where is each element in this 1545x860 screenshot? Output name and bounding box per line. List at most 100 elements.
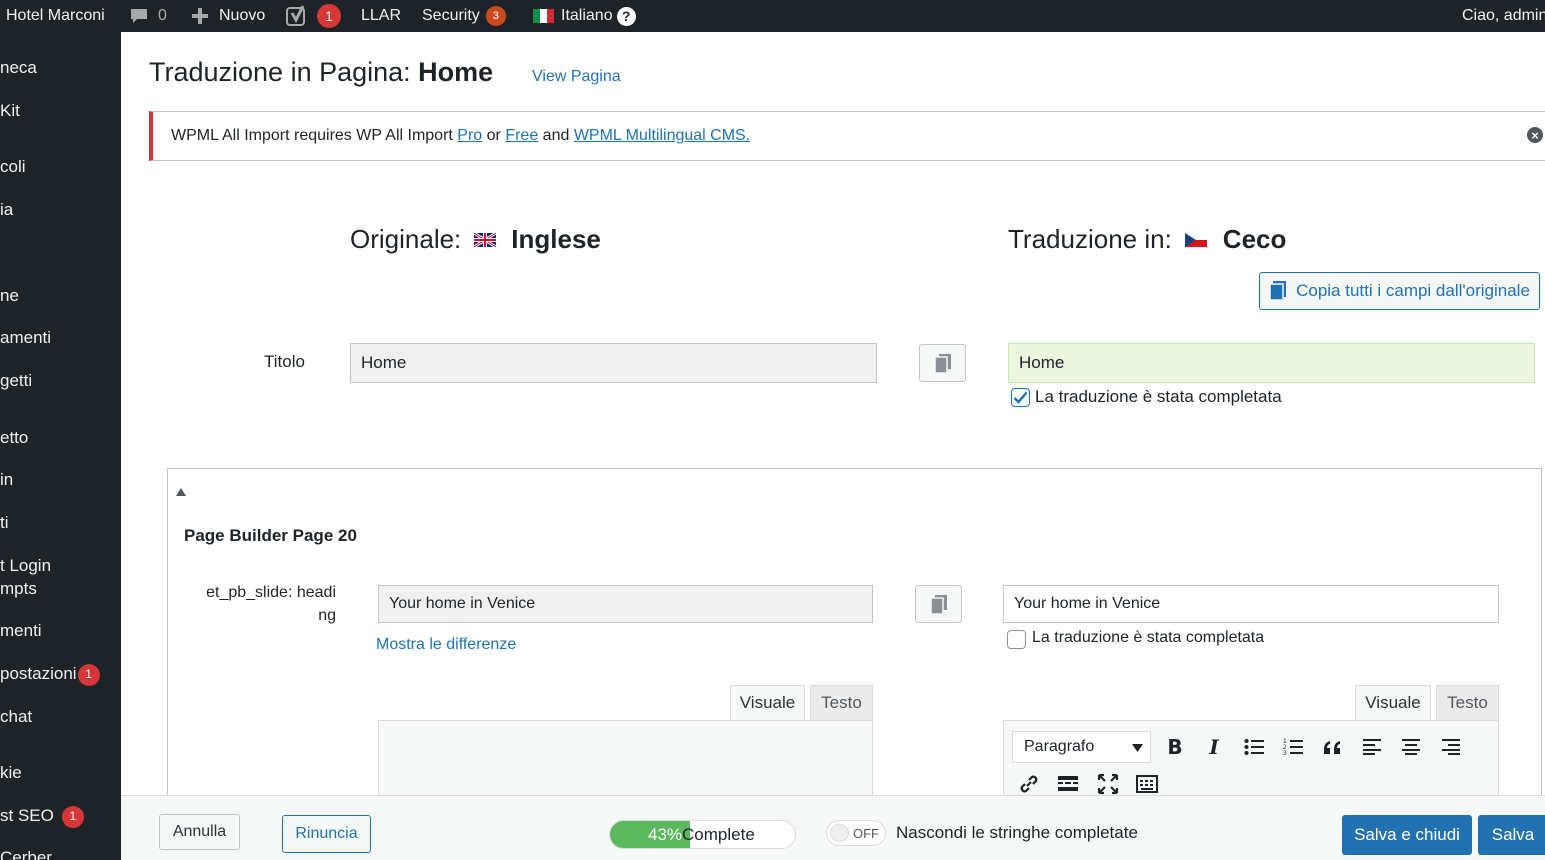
italic-icon[interactable]: I xyxy=(1201,734,1227,760)
bottom-action-bar: Annulla Rinuncia 43%Complete OFF Nascond… xyxy=(121,795,1545,860)
notice-text: WPML All Import requires WP All Import P… xyxy=(171,127,751,144)
sidebar-item[interactable]: coli xyxy=(0,155,26,178)
collapse-arrow-icon[interactable] xyxy=(176,488,186,496)
sidebar-item[interactable]: mpts xyxy=(0,577,37,600)
language-switcher[interactable]: Italiano ? xyxy=(533,0,636,32)
format-select[interactable]: Paragrafo xyxy=(1012,731,1151,763)
read-more-icon[interactable] xyxy=(1055,771,1081,797)
pro-link[interactable]: Pro xyxy=(457,127,482,144)
sidebar-item[interactable]: amenti xyxy=(0,326,51,349)
field-label: et_pb_slide: headi ng xyxy=(206,584,336,624)
view-page-link[interactable]: View Pagina xyxy=(532,68,621,86)
sidebar-item[interactable]: in xyxy=(0,468,13,491)
dismiss-icon[interactable]: × xyxy=(1527,127,1543,143)
copy-icon xyxy=(934,353,951,373)
original-heading-field: Your home in Venice xyxy=(378,585,873,623)
toolbar-toggle-icon[interactable] xyxy=(1134,771,1160,797)
translated-text-tab[interactable]: Testo xyxy=(1436,685,1499,721)
yoast-menu[interactable]: 1 xyxy=(286,0,341,32)
sidebar-item[interactable]: ti xyxy=(0,511,9,534)
page-title: Traduzione in Pagina: Home xyxy=(149,57,494,87)
czech-flag-icon xyxy=(1184,232,1207,247)
admin-bar: Hotel Marconi 0 Nuovo 1 LLAR Security 3 … xyxy=(0,0,1545,32)
sidebar-badge: 1 xyxy=(77,663,100,686)
numbered-list-icon[interactable]: 123 xyxy=(1280,734,1306,760)
title-field-label: Titolo xyxy=(264,352,305,371)
link-icon[interactable] xyxy=(1016,771,1042,797)
comments-link[interactable]: 0 xyxy=(129,0,167,32)
security-badge: 3 xyxy=(485,6,506,26)
sidebar-item[interactable]: ia xyxy=(0,198,13,221)
heading-complete-label: La traduzione è stata completata xyxy=(1032,629,1265,646)
title-complete-checkbox[interactable] xyxy=(1011,388,1030,407)
site-name-link[interactable]: Hotel Marconi xyxy=(6,0,105,32)
align-right-icon[interactable] xyxy=(1438,734,1464,760)
sidebar-item[interactable]: t Login xyxy=(0,554,51,577)
main-content: Traduzione in Pagina: Home View Pagina W… xyxy=(121,32,1545,860)
toggle-knob xyxy=(830,824,849,842)
sidebar-item-label: postazioni xyxy=(0,664,77,683)
original-text-tab[interactable]: Testo xyxy=(810,685,873,721)
copy-icon xyxy=(1269,281,1287,301)
llar-link[interactable]: LLAR xyxy=(361,0,401,32)
help-icon[interactable]: ? xyxy=(616,6,636,26)
fullscreen-icon[interactable] xyxy=(1095,771,1121,797)
align-center-icon[interactable] xyxy=(1398,734,1424,760)
sidebar-item[interactable]: Kit xyxy=(0,99,20,122)
chevron-down-icon xyxy=(1132,744,1143,752)
original-title-field: Home xyxy=(350,343,877,383)
translated-heading-field[interactable]: Your home in Venice xyxy=(1003,585,1499,623)
new-label: Nuovo xyxy=(219,7,266,24)
italian-flag-icon xyxy=(533,9,554,23)
security-label: Security xyxy=(422,7,480,24)
sidebar-item[interactable]: menti xyxy=(0,619,42,642)
language-label: Italiano xyxy=(561,7,613,24)
blockquote-icon[interactable] xyxy=(1319,734,1345,760)
sidebar-item[interactable]: chat xyxy=(0,705,32,728)
sidebar-item-seo[interactable]: st SEO 1 xyxy=(0,804,84,828)
uk-flag-icon xyxy=(474,232,497,247)
save-button[interactable]: Salva xyxy=(1478,815,1545,855)
original-language-heading: Originale: Inglese xyxy=(350,224,601,254)
comments-count: 0 xyxy=(158,7,167,24)
wpml-link[interactable]: WPML Multilingual CMS. xyxy=(574,127,750,144)
sidebar-item-label: st SEO xyxy=(0,806,54,825)
sidebar-item-settings[interactable]: postazioni 1 xyxy=(0,662,100,686)
copy-heading-button[interactable] xyxy=(915,585,962,623)
sidebar-item[interactable]: getti xyxy=(0,369,32,392)
resign-button[interactable]: Rinuncia xyxy=(282,815,371,853)
sidebar-item[interactable]: neca xyxy=(0,56,37,79)
checkmark-icon xyxy=(1013,391,1028,404)
target-language-heading: Traduzione in: Ceco xyxy=(1008,224,1287,254)
sidebar-item[interactable]: ne xyxy=(0,284,19,307)
security-menu[interactable]: Security 3 xyxy=(422,0,506,32)
bold-icon[interactable]: B xyxy=(1162,734,1188,760)
free-link[interactable]: Free xyxy=(505,127,538,144)
show-diff-link[interactable]: Mostra le differenze xyxy=(376,636,516,654)
translated-title-field[interactable]: Home xyxy=(1008,343,1535,383)
sidebar-badge: 1 xyxy=(61,805,84,828)
copy-all-button[interactable]: Copia tutti i campi dall'originale xyxy=(1259,272,1540,310)
translated-visual-tab[interactable]: Visuale xyxy=(1355,685,1431,721)
copy-title-button[interactable] xyxy=(919,344,966,382)
bullet-list-icon[interactable] xyxy=(1241,734,1267,760)
original-visual-tab[interactable]: Visuale xyxy=(730,685,805,721)
account-greeting[interactable]: Ciao, admin xyxy=(1462,0,1545,32)
align-left-icon[interactable] xyxy=(1359,734,1385,760)
svg-text:3: 3 xyxy=(1283,750,1287,756)
hide-completed-toggle[interactable]: OFF xyxy=(826,820,886,846)
new-content-link[interactable]: Nuovo xyxy=(191,0,265,32)
progress-label: 43%Complete xyxy=(648,825,755,844)
yoast-icon xyxy=(286,5,305,26)
sidebar-item[interactable]: etto xyxy=(0,426,28,449)
heading-complete-checkbox[interactable] xyxy=(1007,630,1026,649)
sidebar-item[interactable]: Cerber xyxy=(0,846,52,860)
plus-icon xyxy=(192,8,208,24)
hide-completed-label: Nascondi le stringhe completate xyxy=(896,823,1138,842)
toggle-state: OFF xyxy=(853,826,879,841)
sidebar-item[interactable]: kie xyxy=(0,761,22,784)
cancel-button[interactable]: Annulla xyxy=(159,814,240,850)
progress-bar: 43%Complete xyxy=(609,820,796,849)
section-title: Page Builder Page 20 xyxy=(184,526,357,545)
save-and-close-button[interactable]: Salva e chiudi xyxy=(1342,815,1472,855)
